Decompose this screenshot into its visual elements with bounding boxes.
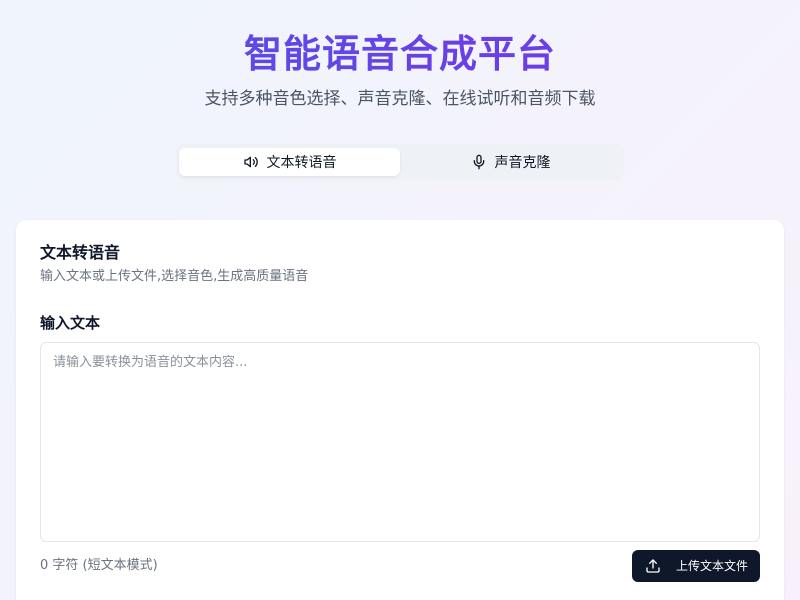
tab-label: 文本转语音 <box>266 155 337 171</box>
text-input-label: 输入文本 <box>40 314 101 332</box>
tab-voice-clone[interactable]: 声音克隆 <box>400 148 621 176</box>
card-title: 文本转语音 <box>40 243 121 262</box>
upload-text-file-button[interactable]: 上传文本文件 <box>632 550 760 582</box>
page-title: 智能语音合成平台 <box>0 28 800 80</box>
mode-tabs: 文本转语音 声音克隆 <box>176 144 624 180</box>
text-input[interactable] <box>40 342 760 542</box>
upload-button-label: 上传文本文件 <box>676 559 749 573</box>
tab-text-to-speech[interactable]: 文本转语音 <box>179 148 400 176</box>
tts-card: 文本转语音 输入文本或上传文件,选择音色,生成高质量语音 输入文本 0 字符 (… <box>16 220 784 600</box>
card-description: 输入文本或上传文件,选择音色,生成高质量语音 <box>40 269 309 284</box>
upload-icon <box>645 558 661 574</box>
char-count: 0 字符 (短文本模式) <box>40 558 158 573</box>
microphone-icon <box>471 154 487 170</box>
page-subtitle: 支持多种音色选择、声音克隆、在线试听和音频下载 <box>204 89 596 109</box>
tab-label: 声音克隆 <box>494 155 551 171</box>
speaker-icon <box>243 154 259 170</box>
